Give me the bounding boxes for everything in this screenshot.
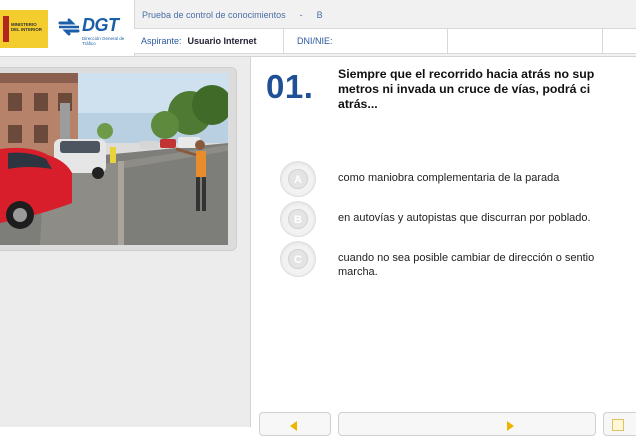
answer-a-letter: A	[288, 169, 308, 189]
extra-nav-button[interactable]	[603, 412, 636, 436]
square-icon	[612, 419, 624, 431]
answer-a-radio[interactable]: A	[280, 161, 316, 197]
answer-b-radio[interactable]: B	[280, 201, 316, 237]
photo-frame	[0, 67, 237, 251]
info-empty-cell	[448, 29, 603, 53]
question-number: 01.	[266, 68, 314, 105]
previous-question-button[interactable]	[259, 412, 331, 436]
question-photo	[0, 73, 228, 245]
coat-of-arms-icon	[3, 16, 9, 42]
answer-c-text[interactable]: cuando no sea posible cambiar de direcci…	[338, 251, 636, 279]
street-scene-image	[0, 73, 228, 245]
answer-option-b[interactable]: B en autovías y autopistas que discurran…	[280, 201, 636, 237]
next-question-button[interactable]	[338, 412, 596, 436]
answer-a-text[interactable]: como maniobra complementaria de la parad…	[338, 171, 636, 185]
aspirante-label: Aspirante:	[141, 36, 182, 46]
answer-option-a[interactable]: A como maniobra complementaria de la par…	[280, 161, 636, 197]
answer-b-text[interactable]: en autovías y autopistas que discurran p…	[338, 211, 636, 225]
answer-option-c[interactable]: C cuando no sea posible cambiar de direc…	[280, 241, 636, 279]
arrow-right-icon	[507, 421, 514, 431]
question-image-panel	[0, 57, 251, 427]
answer-b-letter: B	[288, 209, 308, 229]
arrow-left-icon	[290, 421, 297, 431]
aspirante-value: Usuario Internet	[187, 36, 257, 46]
dgt-wordmark: DGT	[82, 15, 119, 35]
ministerio-interior-logo: MINISTERIO DEL INTERIOR	[0, 10, 48, 48]
dni-cell: DNI/NIE:	[284, 29, 448, 53]
breadcrumb: Prueba de control de conocimientos - B	[142, 10, 323, 20]
answer-c-letter: C	[288, 249, 308, 269]
dgt-subtitle: Dirección General de Tráfico	[82, 36, 125, 46]
aspirante-cell: Aspirante: Usuario Internet	[134, 29, 284, 53]
ministerio-label: MINISTERIO DEL INTERIOR	[11, 22, 42, 32]
app-header: MINISTERIO DEL INTERIOR DGT Dirección Ge…	[0, 0, 636, 57]
answer-c-radio[interactable]: C	[280, 241, 316, 277]
question-text: Siempre que el recorrido hacia atrás no …	[338, 67, 595, 111]
breadcrumb-title: Prueba de control de conocimientos	[142, 10, 286, 20]
dgt-emblem-icon	[58, 18, 80, 36]
candidate-info-row: Aspirante: Usuario Internet DNI/NIE:	[134, 28, 636, 54]
dgt-logo: DGT Dirección General de Tráfico	[58, 15, 128, 47]
dni-label: DNI/NIE:	[297, 36, 333, 46]
breadcrumb-separator: -	[299, 10, 303, 20]
breadcrumb-test-type: B	[316, 10, 323, 20]
logo-strip: MINISTERIO DEL INTERIOR DGT Dirección Ge…	[0, 0, 135, 56]
